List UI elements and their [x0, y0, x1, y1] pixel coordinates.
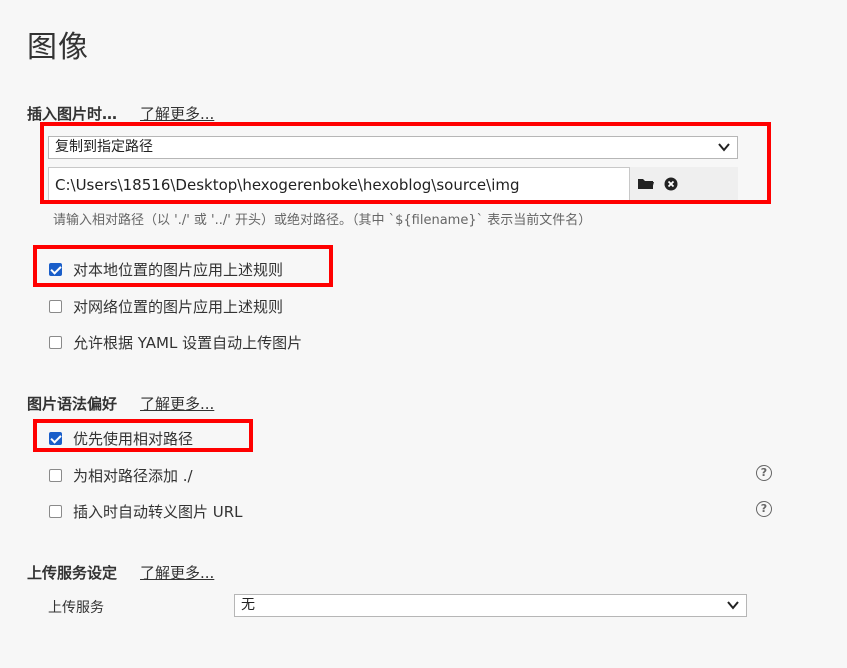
local-rule-checkbox[interactable]	[49, 263, 62, 276]
image-path-input[interactable]: C:\Users\18516\Desktop\hexogerenboke\hex…	[48, 167, 630, 201]
chevron-down-icon	[727, 601, 739, 610]
checkbox-row-local[interactable]: 对本地位置的图片应用上述规则	[49, 259, 283, 280]
insert-action-select[interactable]: 复制到指定路径	[48, 136, 738, 159]
syntax-learn-more-link[interactable]: 了解更多...	[140, 393, 214, 414]
upload-service-label: 上传服务	[48, 600, 104, 616]
checkbox-row-yaml[interactable]: 允许根据 YAML 设置自动上传图片	[49, 332, 302, 353]
help-icon[interactable]: ?	[756, 501, 772, 517]
upload-learn-more-link[interactable]: 了解更多...	[140, 562, 214, 583]
local-rule-label: 对本地位置的图片应用上述规则	[73, 261, 284, 279]
insert-learn-more-link[interactable]: 了解更多...	[140, 103, 214, 124]
add-dotslash-label: 为相对路径添加 ./	[73, 467, 193, 485]
help-icon[interactable]: ?	[756, 465, 772, 481]
prefer-relative-checkbox[interactable]	[49, 432, 62, 445]
upload-section-title: 上传服务设定	[27, 564, 118, 582]
image-path-value: C:\Users\18516\Desktop\hexogerenboke\hex…	[55, 176, 520, 194]
prefer-relative-label: 优先使用相对路径	[73, 430, 194, 448]
page-title: 图像	[27, 30, 89, 65]
syntax-section-title: 图片语法偏好	[27, 395, 118, 413]
path-hint: 请输入相对路径（以 './' 或 '../' 开头）或绝对路径。（其中 `${f…	[53, 213, 592, 228]
clear-circle-icon[interactable]	[664, 177, 678, 191]
yaml-upload-label: 允许根据 YAML 设置自动上传图片	[73, 334, 303, 352]
insert-section-title: 插入图片时…	[27, 105, 118, 123]
checkbox-row-dotslash[interactable]: 为相对路径添加 ./	[49, 465, 193, 486]
chevron-down-icon	[718, 143, 730, 152]
insert-action-select-value: 复制到指定路径	[55, 139, 153, 155]
add-dotslash-checkbox[interactable]	[49, 469, 62, 482]
checkbox-row-relative[interactable]: 优先使用相对路径	[49, 428, 193, 449]
checkbox-row-network[interactable]: 对网络位置的图片应用上述规则	[49, 296, 283, 317]
network-rule-label: 对网络位置的图片应用上述规则	[73, 298, 284, 316]
network-rule-checkbox[interactable]	[49, 300, 62, 313]
upload-service-select[interactable]: 无	[234, 594, 747, 617]
escape-url-label: 插入时自动转义图片 URL	[73, 503, 243, 521]
checkbox-row-escape[interactable]: 插入时自动转义图片 URL	[49, 501, 243, 522]
yaml-upload-checkbox[interactable]	[49, 336, 62, 349]
folder-icon[interactable]	[637, 177, 655, 191]
upload-service-value: 无	[241, 597, 255, 613]
escape-url-checkbox[interactable]	[49, 505, 62, 518]
